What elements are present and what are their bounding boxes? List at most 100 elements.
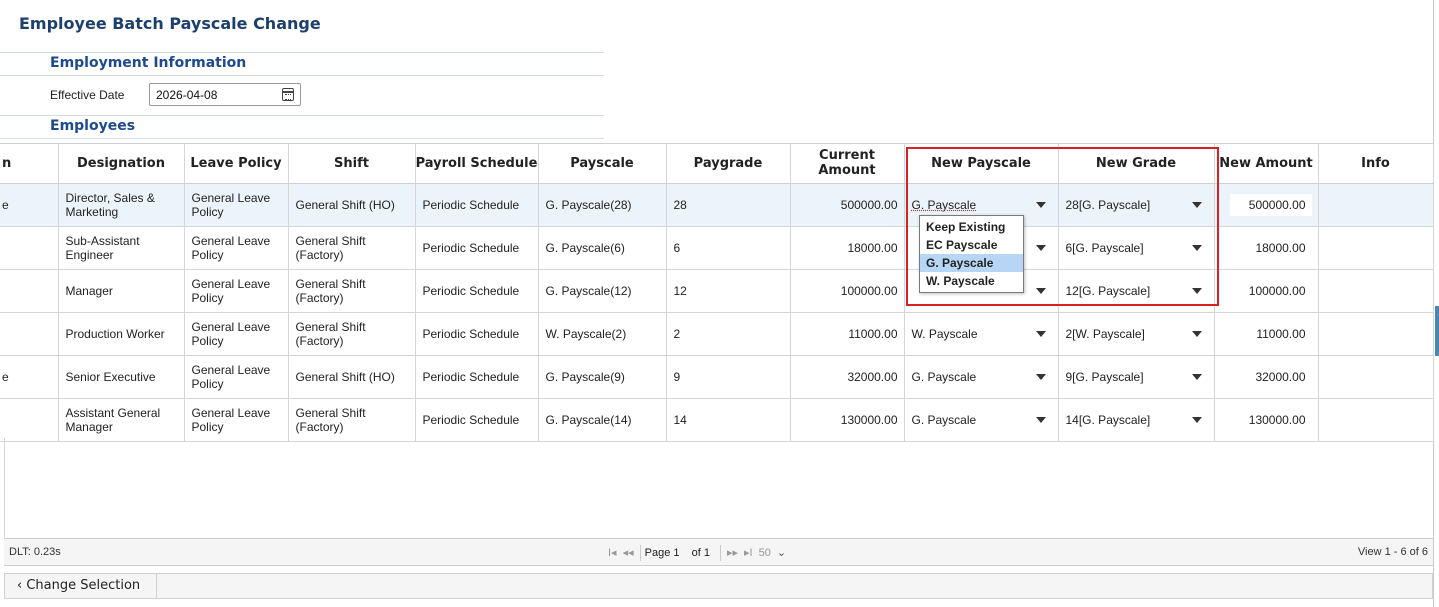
- column-header-shift[interactable]: Shift: [288, 144, 416, 184]
- next-page-icon[interactable]: ▸▸: [727, 545, 738, 561]
- effective-date-value: 2026-04-08: [156, 88, 218, 102]
- cell-current-amount: 500000.00: [790, 183, 905, 227]
- page-label[interactable]: Page 1: [645, 547, 680, 559]
- cell-info: [1318, 398, 1434, 442]
- cell-new-payscale: G. Payscale: [904, 355, 1059, 399]
- new-grade-value: 6[G. Payscale]: [1065, 240, 1144, 255]
- cell-payscale: G. Payscale(9): [538, 355, 667, 399]
- table-row[interactable]: Assistant General Manager General Leave …: [0, 398, 1434, 442]
- page-size-select[interactable]: 50: [759, 545, 771, 561]
- chevron-down-icon[interactable]: ⌄: [777, 545, 786, 561]
- new-grade-value: 14[G. Payscale]: [1065, 412, 1151, 427]
- new-amount-input[interactable]: 32000.00: [1229, 365, 1312, 388]
- new-grade-select[interactable]: 28[G. Payscale]: [1066, 194, 1208, 216]
- new-amount-input[interactable]: 100000.00: [1229, 279, 1312, 302]
- new-amount-input[interactable]: 500000.00: [1229, 193, 1312, 216]
- chevron-down-icon[interactable]: [1035, 416, 1046, 423]
- column-header-leave-policy[interactable]: Leave Policy: [184, 144, 289, 184]
- grid-pager: DLT: 0.23s I◂ ◂◂ Page 1 of 1 ▸▸ ▸I 50 ⌄ …: [4, 538, 1433, 566]
- new-grade-select[interactable]: 9[G. Payscale]: [1066, 366, 1208, 388]
- new-payscale-select[interactable]: G. Payscale: [912, 409, 1052, 431]
- chevron-down-icon[interactable]: [1191, 416, 1202, 423]
- payscale-option-ec-payscale[interactable]: EC Payscale: [920, 236, 1023, 254]
- chevron-down-icon[interactable]: [1035, 330, 1046, 337]
- chevron-down-icon[interactable]: [1191, 244, 1202, 251]
- employment-section-title: Employment Information: [50, 55, 247, 71]
- payscale-option-w-payscale[interactable]: W. Payscale: [920, 272, 1023, 290]
- payscale-option-g-payscale[interactable]: G. Payscale: [920, 254, 1023, 272]
- first-page-icon[interactable]: I◂: [608, 545, 617, 561]
- prev-page-icon[interactable]: ◂◂: [623, 545, 634, 561]
- new-grade-value: 28[G. Payscale]: [1065, 197, 1151, 212]
- column-header-new-amount[interactable]: New Amount: [1214, 144, 1319, 184]
- cell-shift: General Shift (Factory): [288, 398, 416, 442]
- column-header-new-grade[interactable]: New Grade: [1058, 144, 1215, 184]
- chevron-down-icon[interactable]: [1035, 287, 1046, 294]
- table-row[interactable]: Sub-Assistant Engineer General Leave Pol…: [0, 226, 1434, 270]
- payscale-option-keep-existing[interactable]: Keep Existing: [920, 218, 1023, 236]
- change-selection-button[interactable]: ‹ Change Selection: [5, 574, 157, 598]
- table-row[interactable]: e Senior Executive General Leave Policy …: [0, 355, 1434, 399]
- column-header-new-payscale[interactable]: New Payscale: [904, 144, 1059, 184]
- chevron-down-icon[interactable]: [1191, 330, 1202, 337]
- new-amount-input[interactable]: 18000.00: [1229, 236, 1312, 259]
- last-page-icon[interactable]: ▸I: [744, 545, 753, 561]
- new-grade-value: 2[W. Payscale]: [1065, 326, 1145, 341]
- divider: [0, 138, 604, 139]
- table-row[interactable]: e Director, Sales & Marketing General Le…: [0, 183, 1434, 227]
- new-payscale-select[interactable]: W. Payscale: [912, 323, 1052, 345]
- new-grade-select[interactable]: 14[G. Payscale]: [1066, 409, 1208, 431]
- new-payscale-select[interactable]: G. Payscale: [912, 194, 1052, 216]
- new-amount-input[interactable]: 11000.00: [1229, 322, 1312, 345]
- cell-new-amount: 11000.00: [1214, 312, 1319, 356]
- new-payscale-value: G. Payscale: [911, 369, 977, 384]
- new-grade-select[interactable]: 6[G. Payscale]: [1066, 237, 1208, 259]
- cell-payroll-schedule: Periodic Schedule: [415, 312, 539, 356]
- chevron-down-icon[interactable]: [1035, 244, 1046, 251]
- cell-payroll-schedule: Periodic Schedule: [415, 398, 539, 442]
- column-header-info[interactable]: Info: [1318, 144, 1434, 184]
- table-row[interactable]: Production Worker General Leave Policy G…: [0, 312, 1434, 356]
- cell-current-amount: 130000.00: [790, 398, 905, 442]
- cell-leave-policy: General Leave Policy: [184, 226, 289, 270]
- column-header-payroll-schedule[interactable]: Payroll Schedule: [415, 144, 539, 184]
- cell-designation: Senior Executive: [58, 355, 185, 399]
- effective-date-field[interactable]: 2026-04-08: [149, 83, 301, 106]
- chevron-down-icon[interactable]: [1191, 373, 1202, 380]
- cell-payroll-schedule: Periodic Schedule: [415, 183, 539, 227]
- chevron-down-icon[interactable]: [1191, 287, 1202, 294]
- cell-payscale: G. Payscale(14): [538, 398, 667, 442]
- page-indicator: Page 1 of 1: [639, 545, 721, 561]
- cell-payscale: W. Payscale(2): [538, 312, 667, 356]
- cell-truncated: e: [0, 183, 59, 227]
- new-grade-select[interactable]: 12[G. Payscale]: [1066, 280, 1208, 302]
- chevron-down-icon[interactable]: [1035, 373, 1046, 380]
- new-payscale-value: W. Payscale: [911, 326, 978, 341]
- cell-current-amount: 11000.00: [790, 312, 905, 356]
- new-payscale-select[interactable]: G. Payscale: [912, 366, 1052, 388]
- cell-payroll-schedule: Periodic Schedule: [415, 355, 539, 399]
- column-header-paygrade[interactable]: Paygrade: [666, 144, 791, 184]
- cell-payroll-schedule: Periodic Schedule: [415, 269, 539, 313]
- chevron-down-icon[interactable]: [1191, 201, 1202, 208]
- column-header-payscale[interactable]: Payscale: [538, 144, 667, 184]
- cell-truncated: [0, 226, 59, 270]
- calendar-icon[interactable]: [282, 88, 294, 101]
- new-amount-input[interactable]: 130000.00: [1229, 408, 1312, 431]
- cell-new-grade: 28[G. Payscale]: [1058, 183, 1215, 227]
- column-header-designation[interactable]: Designation: [58, 144, 185, 184]
- cell-payscale: G. Payscale(12): [538, 269, 667, 313]
- cell-new-payscale: G. Payscale: [904, 398, 1059, 442]
- new-grade-select[interactable]: 2[W. Payscale]: [1066, 323, 1208, 345]
- grid-header: n Designation Leave Policy Shift Payroll…: [0, 144, 1434, 184]
- cell-paygrade: 9: [666, 355, 791, 399]
- cell-info: [1318, 312, 1434, 356]
- cell-designation: Assistant General Manager: [58, 398, 185, 442]
- table-row[interactable]: Manager General Leave Policy General Shi…: [0, 269, 1434, 313]
- cell-truncated: [0, 269, 59, 313]
- chevron-down-icon[interactable]: [1035, 201, 1046, 208]
- column-header-cut[interactable]: n: [0, 144, 59, 184]
- employees-section-title: Employees: [50, 118, 136, 134]
- column-header-current-amount[interactable]: Current Amount: [790, 144, 905, 184]
- page-title: Employee Batch Payscale Change: [19, 14, 321, 33]
